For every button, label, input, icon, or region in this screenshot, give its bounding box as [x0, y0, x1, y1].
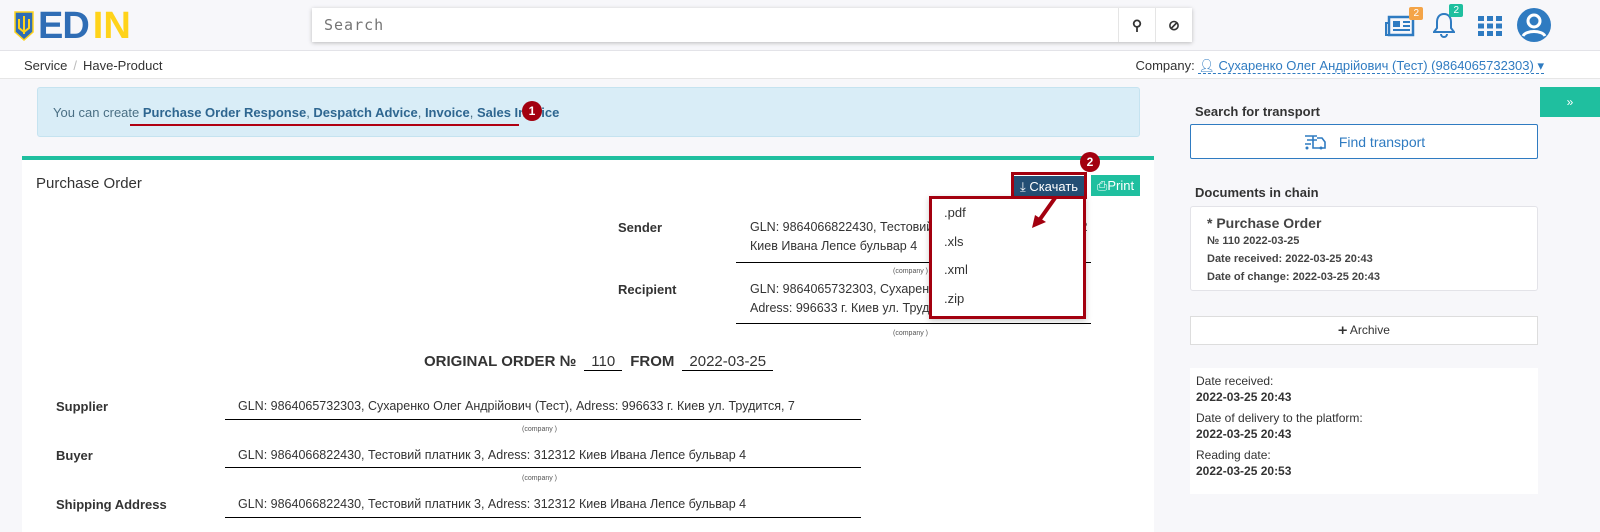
- date-delivery-value: 2022-03-25 20:43: [1196, 426, 1292, 441]
- alert-prefix: You can create: [53, 105, 140, 120]
- menu-item-zip[interactable]: .zip: [932, 285, 1083, 314]
- find-transport-button[interactable]: Find transport: [1190, 124, 1538, 159]
- menu-item-xls[interactable]: .xls: [932, 228, 1083, 257]
- trident-icon: [14, 11, 34, 41]
- shipping-address-value: GLN: 9864066822430, Тестовий платник 3, …: [238, 497, 747, 511]
- order-date: 2022-03-25: [682, 353, 774, 371]
- annotation-arrow: [1032, 196, 1057, 228]
- clear-icon: ⊘: [1168, 16, 1180, 33]
- search-icon: ⚲: [1131, 16, 1143, 33]
- clear-search-button[interactable]: ⊘: [1155, 8, 1192, 42]
- link-purchase-order-response[interactable]: Purchase Order Response: [143, 105, 306, 120]
- annotation-marker-1: 1: [522, 101, 542, 121]
- logo-in: IN: [92, 5, 131, 47]
- company-caption: (company ): [893, 330, 929, 337]
- edin-logo[interactable]: ED IN: [14, 5, 131, 47]
- divider: [736, 323, 1091, 324]
- download-format-menu: .pdf .xls .xml .zip: [929, 196, 1086, 319]
- date-delivery-label: Date of delivery to the platform:: [1196, 411, 1363, 425]
- buyer-label: Buyer: [56, 448, 93, 463]
- search-bar: ⚲ ⊘: [312, 8, 1192, 42]
- shipping-address-label: Shipping Address: [56, 497, 167, 512]
- recipient-label: Recipient: [618, 282, 677, 297]
- order-number: 110: [584, 353, 623, 371]
- top-header: EDIN ⚲ ⊘ 2 2: [0, 0, 1600, 51]
- supplier-value: GLN: 9864065732303, Сухаренко Олег Андрі…: [238, 399, 795, 413]
- chain-doc-changed: Date of change: 2022-03-25 20:43: [1207, 271, 1381, 283]
- divider: [225, 419, 861, 420]
- print-label: Print: [1107, 178, 1135, 193]
- order-heading: ORIGINAL ORDER № 110 FROM 2022-03-25: [424, 353, 774, 371]
- menu-item-pdf[interactable]: .pdf: [932, 199, 1083, 228]
- find-transport-label: Find transport: [1338, 133, 1426, 150]
- create-documents-alert: You can create Purchase Order Response, …: [37, 87, 1140, 137]
- annotation-box: [1011, 172, 1087, 199]
- user-icon: [1517, 8, 1551, 42]
- notifications-button[interactable]: 2: [1432, 4, 1463, 41]
- archive-icon: ➕︎: [1338, 323, 1348, 337]
- chain-doc-title[interactable]: * Purchase Order: [1207, 214, 1521, 232]
- breadcrumb-service[interactable]: Service: [24, 58, 67, 73]
- company-caption: (company ): [522, 475, 558, 482]
- company-caption: (company ): [893, 268, 929, 275]
- print-button[interactable]: ⎙Print: [1091, 175, 1140, 196]
- search-button[interactable]: ⚲: [1118, 8, 1155, 42]
- grid-icon: [1478, 16, 1502, 36]
- notification-badge: 2: [1449, 4, 1463, 17]
- chain-heading: Documents in chain: [1195, 185, 1319, 200]
- company-name[interactable]: Сухаренко Олег Андрійович (Тест) (986406…: [1219, 58, 1534, 73]
- divider: [225, 467, 861, 468]
- reading-date-label: Reading date:: [1196, 448, 1271, 462]
- news-button[interactable]: 2: [1385, 7, 1423, 40]
- date-received-value: 2022-03-25 20:43: [1196, 389, 1292, 404]
- breadcrumb: Service / Have-Product: [24, 58, 163, 73]
- company-label: Company:: [1135, 58, 1195, 73]
- breadcrumb-have-product[interactable]: Have-Product: [83, 58, 162, 73]
- archive-label: Archive: [1349, 323, 1390, 337]
- logo-ed: ED: [38, 5, 90, 47]
- company-selector[interactable]: Company: 👤︎ Сухаренко Олег Андрійович (Т…: [1135, 58, 1544, 74]
- link-invoice[interactable]: Invoice: [425, 105, 470, 120]
- truck-icon: [1304, 134, 1326, 149]
- apps-button[interactable]: [1478, 16, 1502, 39]
- divider: [225, 517, 861, 518]
- transport-heading: Search for transport: [1195, 104, 1320, 119]
- menu-item-xml[interactable]: .xml: [932, 256, 1083, 285]
- company-caption: (company ): [522, 426, 558, 433]
- breadcrumb-bar: Service / Have-Product Company: 👤︎ Сухарен…: [0, 51, 1600, 79]
- reading-date-value: 2022-03-25 20:53: [1196, 463, 1292, 478]
- annotation-underline: [130, 124, 519, 126]
- user-avatar[interactable]: [1516, 7, 1552, 46]
- from-label: FROM: [630, 353, 675, 370]
- link-sales-invoice[interactable]: Sales Invoice: [477, 105, 559, 120]
- document-title: Purchase Order: [36, 175, 142, 192]
- print-icon: ⎙: [1096, 178, 1108, 193]
- chain-doc-number: № 110 2022-03-25: [1207, 235, 1300, 247]
- person-icon: 👤︎: [1198, 58, 1215, 73]
- search-input[interactable]: [312, 8, 1118, 42]
- sender-label: Sender: [618, 220, 663, 235]
- news-badge: 2: [1409, 7, 1423, 20]
- annotation-marker-2: 2: [1080, 152, 1100, 172]
- date-received-label: Date received:: [1196, 374, 1274, 388]
- link-despatch-advice[interactable]: Despatch Advice: [313, 105, 417, 120]
- buyer-value: GLN: 9864066822430, Тестовий платник 3, …: [238, 448, 747, 462]
- sidebar-toggle-button[interactable]: »: [1540, 87, 1600, 117]
- chain-doc-received: Date received: 2022-03-25 20:43: [1207, 253, 1373, 265]
- supplier-label: Supplier: [56, 399, 109, 414]
- caret-down-icon: ▾: [1537, 58, 1544, 73]
- dates-panel: Date received: 2022-03-25 20:43 Date of …: [1190, 368, 1538, 494]
- order-heading-label: ORIGINAL ORDER №: [424, 353, 577, 370]
- archive-button[interactable]: ➕︎ Archive: [1190, 316, 1538, 345]
- chain-document-card[interactable]: * Purchase Order № 110 2022-03-25 Date r…: [1190, 206, 1538, 291]
